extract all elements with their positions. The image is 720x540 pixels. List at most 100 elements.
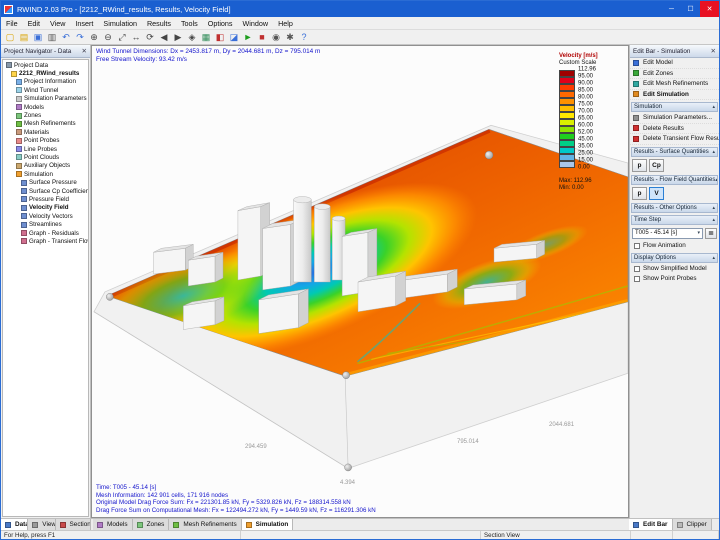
tree-item[interactable]: Graph - Residuals (3, 229, 88, 237)
maximize-button[interactable]: ☐ (681, 1, 700, 17)
edit-bar-item[interactable]: Edit Mesh Refinements (630, 79, 719, 90)
result-icon (21, 188, 27, 195)
open-project-icon[interactable]: ▤ (17, 31, 31, 44)
titlebar: RWIND 2.03 Pro - [2212_RWind_results, Re… (1, 1, 719, 17)
close-panel-icon[interactable]: ✕ (711, 47, 716, 55)
simulation-menu-item[interactable]: Delete Transient Flow Results... (630, 134, 719, 145)
rotate-view-icon[interactable]: ⟳ (143, 31, 157, 44)
simulation-icon (16, 171, 22, 178)
edit-bar-header: Edit Bar - Simulation ✕ (630, 45, 719, 58)
panel-tab[interactable]: Edit Bar (629, 519, 673, 530)
stop-simulation-icon[interactable]: ■ (255, 31, 269, 44)
help-icon[interactable]: ? (297, 31, 311, 44)
flow-quantity-button[interactable]: p (632, 186, 647, 200)
panel-tab[interactable]: Clipper (672, 519, 712, 530)
tree-item[interactable]: 2212_RWind_results (3, 69, 88, 77)
show-results-icon[interactable]: ◧ (213, 31, 227, 44)
next-view-icon[interactable]: ▶ (171, 31, 185, 44)
toolbar: ▢ ▤ ▣ ▥ ↶ ↷ ⊕ ⊖ ⤢ ↔ ⟳ ◀ ▶ ◈ ▦ ◧ ◪ ► ■ ◉ ✱? (1, 30, 719, 45)
screenshot-icon[interactable]: ◉ (269, 31, 283, 44)
menu-item[interactable]: Simulation (98, 17, 142, 30)
tree-item[interactable]: Simulation (3, 170, 88, 178)
navigator-tab[interactable]: Sections (55, 519, 91, 530)
zoom-extents-icon[interactable]: ⤢ (115, 31, 129, 44)
menu-item[interactable]: Edit (23, 17, 45, 30)
tree-item[interactable]: Models (3, 103, 88, 111)
surface-quantity-button[interactable]: Cp (649, 158, 664, 172)
menu-item[interactable]: Window (238, 17, 274, 30)
edit-zones-icon (633, 70, 639, 77)
undo-icon[interactable]: ↶ (59, 31, 73, 44)
edit-bar-item[interactable]: Edit Simulation (630, 90, 719, 100)
section-results-other[interactable]: Results - Other Options ▴ (631, 202, 718, 213)
display-option-checkbox[interactable]: Show Simplified Model (630, 264, 719, 274)
workspace-tab[interactable]: Simulation (241, 519, 294, 530)
tree-item[interactable]: Line Probes (3, 145, 88, 153)
menu-item[interactable]: Help (273, 17, 298, 30)
clipping-plane-icon[interactable]: ◪ (227, 31, 241, 44)
flow-animation-checkbox[interactable]: Flow Animation (630, 241, 719, 251)
section-results-flow[interactable]: Results - Flow Field Quantities ▴ (631, 174, 718, 185)
flow-quantity-button[interactable]: V (649, 186, 664, 200)
settings-icon[interactable]: ✱ (283, 31, 297, 44)
display-option-checkbox[interactable]: Show Point Probes (630, 274, 719, 284)
tree-item[interactable]: Project Information (3, 78, 88, 86)
simulation-menu-item[interactable]: Simulation Parameters... (630, 113, 719, 124)
tree-item[interactable]: Streamlines (3, 220, 88, 228)
section-simulation[interactable]: Simulation ▴ (631, 102, 718, 112)
tree-item[interactable]: Simulation Parameters (3, 95, 88, 103)
menu-item[interactable]: Tools (176, 17, 203, 30)
section-display-options[interactable]: Display Options ▴ (631, 252, 718, 263)
zoom-out-icon[interactable]: ⊖ (101, 31, 115, 44)
section-results-surface[interactable]: Results - Surface Quantities ▴ (631, 146, 718, 157)
tree-item[interactable]: Mesh Refinements (3, 120, 88, 128)
tree-item[interactable]: Auxiliary Objects (3, 162, 88, 170)
menu-item[interactable]: Results (142, 17, 176, 30)
menu-item[interactable]: Insert (70, 17, 98, 30)
workspace-tab[interactable]: Mesh Refinements (169, 519, 242, 530)
print-icon[interactable]: ▥ (45, 31, 59, 44)
workspace-tab[interactable]: Models (93, 519, 133, 530)
edit-bar-item[interactable]: Edit Model (630, 58, 719, 69)
pan-icon[interactable]: ↔ (129, 31, 143, 44)
tree-item[interactable]: Velocity Field (3, 204, 88, 212)
close-button[interactable]: ✕ (700, 1, 719, 17)
navigator-tab[interactable]: Data (1, 519, 29, 530)
menu-item[interactable]: Options (203, 17, 238, 30)
tree-item[interactable]: Project Data (3, 61, 88, 69)
minimize-button[interactable]: ─ (662, 1, 681, 17)
tree-item[interactable]: Zones (3, 111, 88, 119)
tree-item[interactable]: Velocity Vectors (3, 212, 88, 220)
tree-item[interactable]: Pressure Field (3, 195, 88, 203)
show-mesh-icon[interactable]: ▦ (199, 31, 213, 44)
section-time-step[interactable]: Time Step ▴ (631, 214, 718, 225)
tree-item[interactable]: Surface Cp Coefficient (3, 187, 88, 195)
edit-bar-body: Edit Model Edit Zones Edit Mesh Refineme… (630, 58, 719, 518)
zoom-in-icon[interactable]: ⊕ (87, 31, 101, 44)
tree-item[interactable]: Materials (3, 128, 88, 136)
redo-icon[interactable]: ↷ (73, 31, 87, 44)
tree-item[interactable]: Point Clouds (3, 153, 88, 161)
save-icon[interactable]: ▣ (31, 31, 45, 44)
tree-item[interactable]: Point Probes (3, 137, 88, 145)
close-panel-icon[interactable]: ✕ (82, 47, 87, 55)
chevron-up-icon: ▴ (712, 204, 715, 211)
tree-item[interactable]: Surface Pressure (3, 178, 88, 186)
time-step-table-button[interactable]: ≣ (705, 227, 717, 239)
menu-item[interactable]: View (45, 17, 70, 30)
previous-view-icon[interactable]: ◀ (157, 31, 171, 44)
simulation-menu-item[interactable]: Delete Results (630, 124, 719, 134)
sim-params-icon (633, 114, 639, 121)
workspace-tab[interactable]: Zones (132, 519, 170, 530)
surface-quantity-button[interactable]: p (632, 158, 647, 172)
new-project-icon[interactable]: ▢ (3, 31, 17, 44)
menu-item[interactable]: File (1, 17, 23, 30)
tree-item[interactable]: Graph - Transient Flow (3, 237, 88, 245)
navigator-tab[interactable]: View (28, 519, 56, 530)
viewport-3d[interactable]: Wind Tunnel Dimensions: Dx = 2453.817 m,… (91, 45, 629, 518)
isometric-view-icon[interactable]: ◈ (185, 31, 199, 44)
edit-bar-item[interactable]: Edit Zones (630, 69, 719, 79)
start-simulation-icon[interactable]: ► (241, 31, 255, 44)
tree-item[interactable]: Wind Tunnel (3, 86, 88, 94)
time-step-dropdown[interactable]: T005 - 45.14 [s] ▾ (632, 227, 703, 239)
